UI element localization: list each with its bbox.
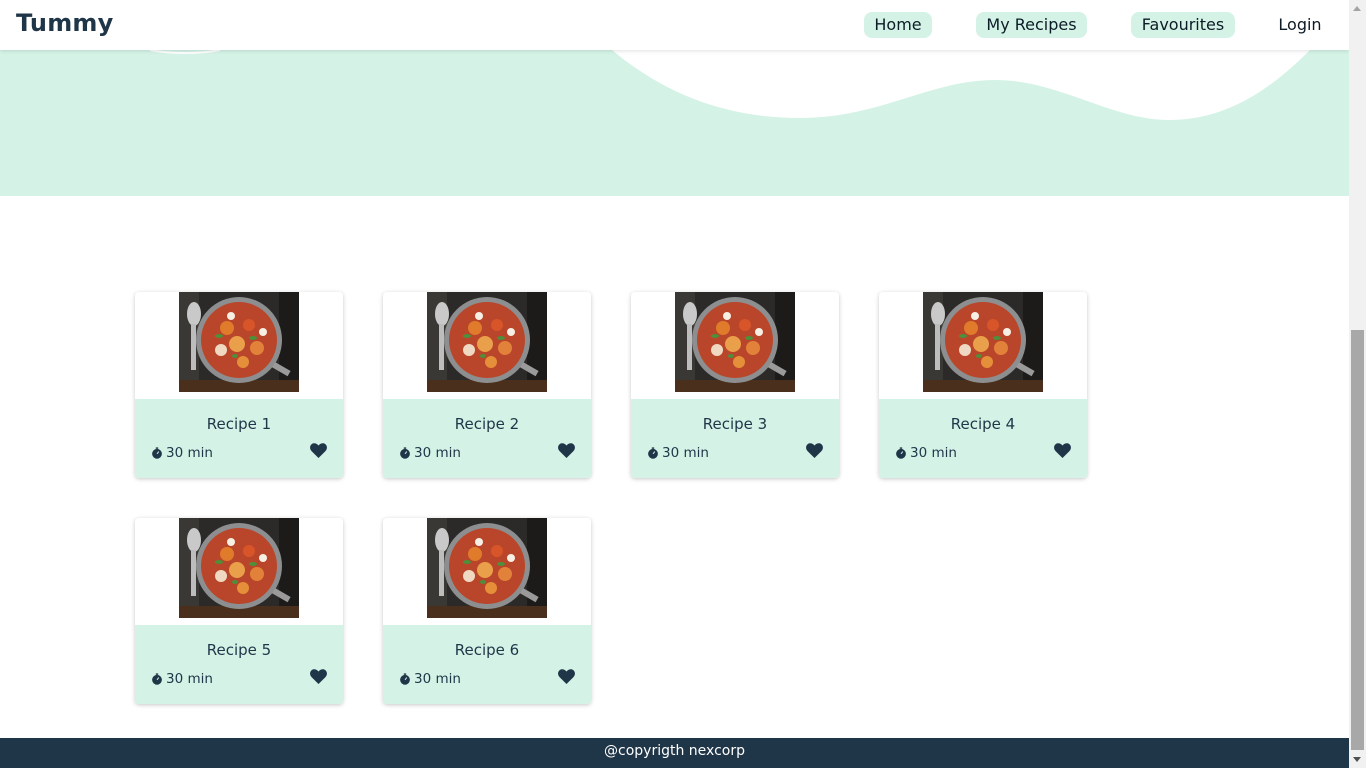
footer: @copyrigth nexcorp (0, 738, 1349, 768)
recipe-info: Recipe 2 30 min (383, 399, 591, 478)
recipe-info: Recipe 4 30 min (879, 399, 1087, 478)
recipe-info: Recipe 1 30 min (135, 399, 343, 478)
timer-icon (400, 673, 410, 685)
timer-icon (896, 447, 906, 459)
scroll-down-icon[interactable] (1353, 757, 1361, 762)
timer-icon (648, 447, 658, 459)
recipe-card[interactable]: Recipe 5 30 min (135, 518, 343, 704)
recipe-title: Recipe 5 (206, 641, 272, 659)
heart-icon[interactable] (806, 443, 823, 458)
app-logo[interactable]: Tummy (16, 9, 113, 37)
recipe-time-text: 30 min (166, 445, 213, 461)
food-image (427, 292, 547, 392)
recipe-time-text: 30 min (166, 671, 213, 687)
food-image (179, 518, 299, 618)
recipe-card[interactable]: Recipe 2 30 min (383, 292, 591, 478)
recipe-card[interactable]: Recipe 4 30 min (879, 292, 1087, 478)
nav-favourites[interactable]: Favourites (1131, 12, 1235, 38)
recipe-info: Recipe 3 30 min (631, 399, 839, 478)
recipe-card[interactable]: Recipe 6 30 min (383, 518, 591, 704)
recipe-time-text: 30 min (910, 445, 957, 461)
recipe-title: Recipe 2 (454, 415, 520, 433)
recipe-time: 30 min (399, 445, 461, 461)
recipe-time: 30 min (151, 671, 213, 687)
food-image (675, 292, 795, 392)
heart-icon[interactable] (558, 669, 575, 684)
food-image (179, 292, 299, 392)
recipe-time: 30 min (399, 671, 461, 687)
recipe-time-text: 30 min (414, 445, 461, 461)
heart-icon[interactable] (310, 669, 327, 684)
recipe-time: 30 min (647, 445, 709, 461)
recipe-time: 30 min (151, 445, 213, 461)
nav-home[interactable]: Home (864, 12, 932, 38)
recipe-info: Recipe 6 30 min (383, 625, 591, 704)
scroll-up-icon[interactable] (1353, 6, 1361, 11)
timer-icon (400, 447, 410, 459)
nav-login[interactable]: Login (1274, 12, 1326, 38)
top-navbar: Tummy Home My Recipes Favourites Login (0, 0, 1349, 50)
timer-icon (152, 673, 162, 685)
food-image (923, 292, 1043, 392)
heart-icon[interactable] (310, 443, 327, 458)
timer-icon (152, 447, 162, 459)
recipe-title: Recipe 1 (206, 415, 272, 433)
scroll-thumb[interactable] (1351, 330, 1364, 750)
recipe-time-text: 30 min (662, 445, 709, 461)
food-image (427, 518, 547, 618)
recipe-time-text: 30 min (414, 671, 461, 687)
recipe-card[interactable]: Recipe 3 30 min (631, 292, 839, 478)
nav-my-recipes[interactable]: My Recipes (976, 12, 1087, 38)
recipe-title: Recipe 6 (454, 641, 520, 659)
recipe-time: 30 min (895, 445, 957, 461)
copyright-text: @copyrigth nexcorp (604, 743, 745, 759)
heart-icon[interactable] (1054, 443, 1071, 458)
recipe-title: Recipe 4 (950, 415, 1016, 433)
heart-icon[interactable] (558, 443, 575, 458)
recipe-card[interactable]: Recipe 1 30 min (135, 292, 343, 478)
recipe-title: Recipe 3 (702, 415, 768, 433)
page-scrollbar[interactable] (1349, 0, 1366, 768)
recipe-info: Recipe 5 30 min (135, 625, 343, 704)
page: Tummy Home My Recipes Favourites Login R… (0, 0, 1349, 768)
